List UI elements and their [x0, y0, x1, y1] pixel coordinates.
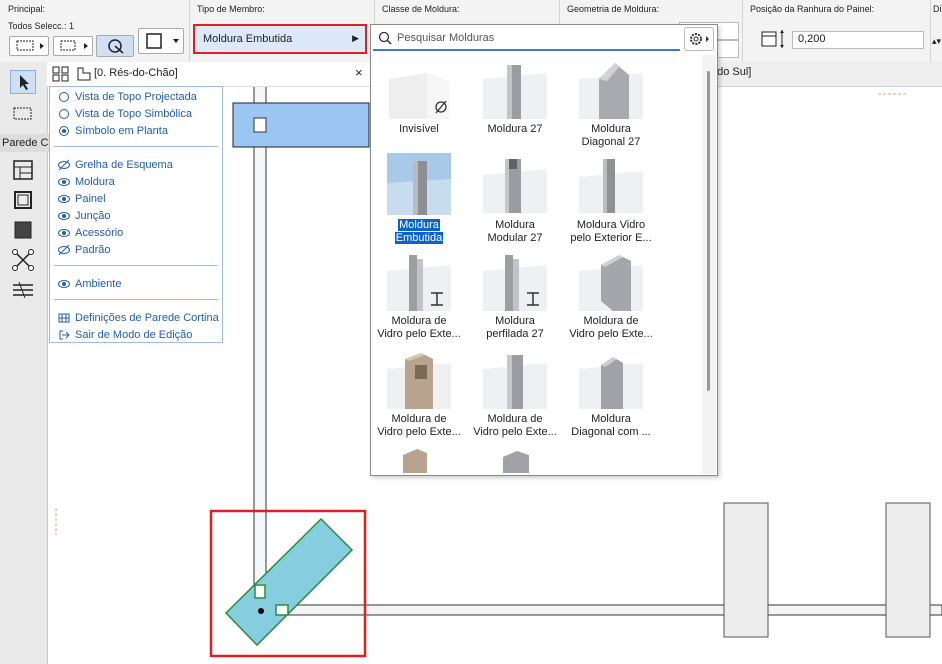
member-type-value: Moldura Embutida — [203, 33, 293, 45]
edit-panel-header: [0. Rés-do-Chão] × — [47, 62, 371, 87]
rectangle-geometry-icon — [146, 33, 179, 49]
search-placeholder: Pesquisar Molduras — [397, 32, 495, 44]
grid-view-icon[interactable] — [52, 66, 70, 82]
gallery-scrollbar[interactable] — [702, 55, 716, 474]
frame-geometry-title: Geometria de Moldura: — [567, 4, 660, 14]
layer-toggle-ambient[interactable]: Ambiente — [58, 276, 121, 291]
marquee-icon — [13, 107, 32, 120]
column-right-1[interactable] — [723, 502, 769, 638]
arrow-icon — [20, 75, 29, 90]
diagonal-frame-thumbnail — [579, 63, 643, 119]
layer-toggle-scheme-grid[interactable]: Grelha de Esquema — [58, 157, 173, 172]
radio-icon — [59, 108, 69, 119]
grid-icon — [13, 160, 33, 180]
radio-icon — [59, 91, 69, 102]
layer-toggle-pattern[interactable]: Padrão — [58, 242, 110, 257]
panel-groove-section: Posição da Ranhura do Painel: 0,200 — [742, 0, 931, 62]
modular-frame-thumbnail — [483, 159, 547, 213]
member-type-dropdown[interactable]: Moldura Embutida ▶ — [193, 24, 367, 54]
view-option-symbolic[interactable]: Vista de Topo Simbólica — [58, 106, 192, 121]
curtain-wall-settings-icon — [58, 313, 70, 322]
profiled-frame-thumbnail — [483, 255, 547, 311]
invisible-frame-thumbnail — [389, 73, 449, 119]
curtain-wall-settings-link[interactable]: Definições de Parede Cortina — [58, 310, 219, 325]
marquee-tool[interactable] — [10, 102, 36, 126]
exit-icon — [59, 330, 70, 339]
eye-hidden-icon — [58, 244, 70, 255]
diagonal-with-thumbnail — [579, 357, 643, 409]
curtain-wall-grid-tool[interactable] — [10, 158, 36, 182]
glass-frame-box-thumbnail — [483, 355, 547, 409]
frame-tool[interactable] — [10, 188, 36, 212]
radio-checked-icon — [59, 125, 69, 136]
geometry-method-button[interactable] — [138, 28, 184, 54]
curtain-wall-horizontal[interactable] — [274, 604, 741, 616]
layer-toggle-panel[interactable]: Painel — [58, 191, 106, 206]
layer-toggle-accessory[interactable]: Acessório — [58, 225, 123, 240]
frame-hotspot[interactable] — [258, 608, 264, 614]
scroll-arrows-icon[interactable]: ▴▾ — [932, 36, 941, 47]
frame-type-gallery: Pesquisar Molduras Invisível Moldura 27 … — [370, 24, 718, 476]
selected-panel-top[interactable] — [232, 102, 370, 148]
magic-wand-button[interactable] — [96, 35, 134, 57]
member-type-section: Tipo de Membro: Moldura Embutida ▶ — [189, 0, 375, 62]
eye-icon — [58, 177, 70, 186]
view-option-projected[interactable]: Vista de Topo Projectada — [58, 89, 197, 104]
search-icon — [378, 31, 392, 45]
view-option-plan-symbol[interactable]: Símbolo em Planta — [58, 123, 168, 138]
gear-icon — [690, 33, 709, 45]
layer-toggle-frame[interactable]: Moldura — [58, 174, 115, 189]
panel-groove-title: Posição da Ranhura do Painel: — [750, 4, 875, 14]
wood-frame-thumbnail — [387, 353, 451, 409]
principal-section: Principal: Todos Selecc.: 1 — [0, 0, 190, 62]
glass-frame-angled-thumbnail — [579, 255, 643, 311]
magic-wand-icon — [108, 39, 124, 54]
toolbox: Parede C — [0, 62, 49, 664]
eye-hidden-icon — [58, 159, 70, 170]
frame-27-thumbnail — [483, 65, 547, 119]
embedded-frame-thumbnail — [387, 153, 451, 215]
glass-profile-thumbnail — [387, 255, 451, 311]
search-input[interactable]: Pesquisar Molduras — [373, 27, 680, 51]
eye-icon — [58, 211, 70, 220]
layer-toggle-junction[interactable]: Junção — [58, 208, 110, 223]
accessory-icon — [13, 281, 33, 299]
chevron-right-icon: ▶ — [352, 33, 359, 43]
gallery-settings-button[interactable] — [684, 27, 714, 51]
partial-thumbnail-1 — [403, 449, 427, 473]
close-icon[interactable]: × — [355, 65, 363, 80]
accessory-tool[interactable] — [10, 278, 36, 302]
curtain-wall-vertical[interactable] — [253, 86, 267, 599]
arrow-tool[interactable] — [10, 70, 36, 94]
curtain-wall-edit-panel: Vista de Topo Projectada Vista de Topo S… — [49, 86, 223, 343]
frame-class-title: Classe de Moldura: — [382, 4, 460, 14]
embedded-frame-element[interactable] — [224, 517, 354, 647]
eye-icon — [58, 228, 70, 237]
junction-tool[interactable] — [10, 248, 36, 272]
eye-icon — [58, 279, 70, 288]
partial-thumbnail-2 — [503, 451, 529, 473]
member-type-title: Tipo de Membro: — [197, 4, 265, 14]
floor-plan-icon — [77, 67, 91, 81]
selection-count: Todos Selecc.: 1 — [8, 21, 75, 31]
column-right-2[interactable] — [885, 502, 931, 638]
exit-edit-mode-link[interactable]: Sair de Modo de Edição — [58, 327, 192, 342]
panel-tool[interactable] — [10, 218, 36, 242]
panel-groove-input[interactable]: 0,200 — [792, 31, 924, 49]
frame-icon — [14, 191, 32, 209]
story-name: [0. Rés-do-Chão] — [94, 67, 178, 79]
eye-icon — [58, 194, 70, 203]
cut-section-title: Di — [933, 4, 942, 14]
marquee-button[interactable] — [53, 36, 93, 56]
panel-icon — [14, 221, 32, 239]
selection-filter-button[interactable] — [9, 36, 49, 56]
glass-frame-thumbnail — [579, 159, 643, 213]
principal-title: Principal: — [8, 4, 46, 14]
groove-position-icon — [761, 30, 784, 48]
toolbox-section-label[interactable]: Parede C — [0, 134, 49, 152]
junction-icon — [12, 249, 34, 271]
